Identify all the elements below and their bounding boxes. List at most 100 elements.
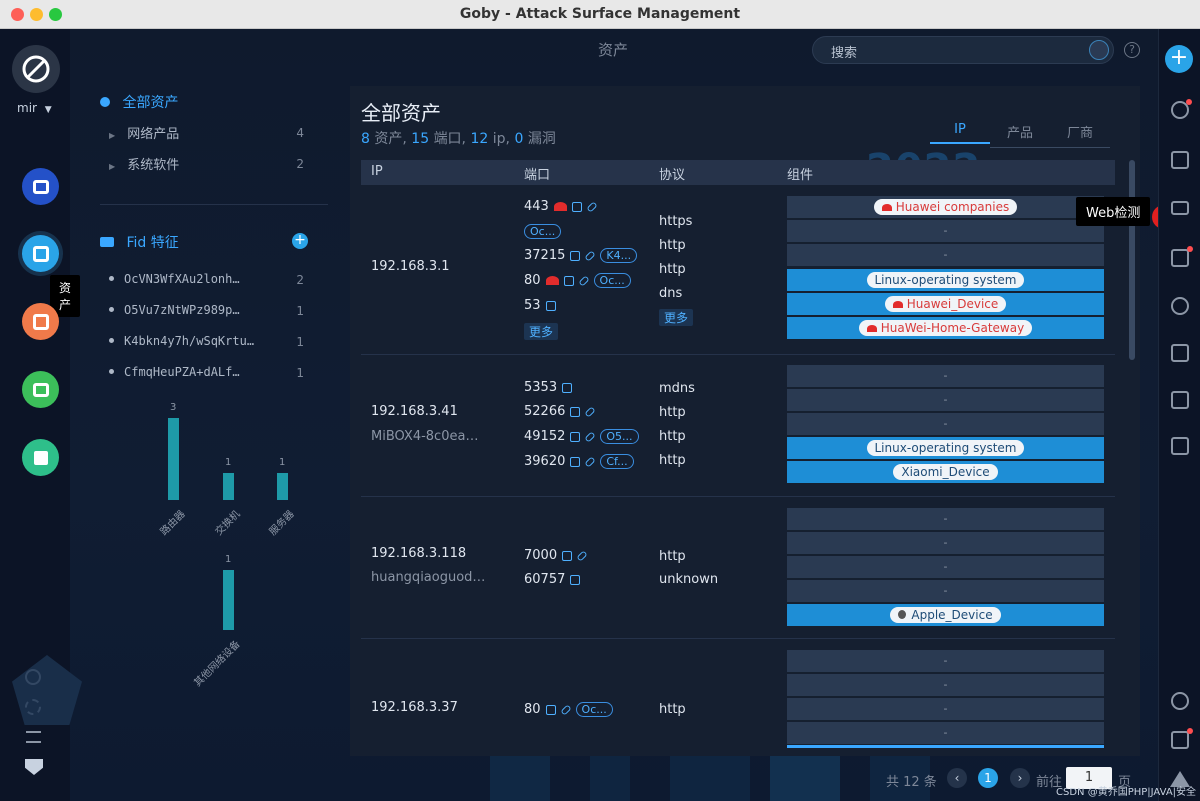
fid-item[interactable]: K4bkn4y7h/wSqKrtu… 1 xyxy=(100,334,312,365)
shield-icon[interactable] xyxy=(25,759,43,775)
category-bar[interactable] xyxy=(276,472,288,500)
cert-icon[interactable] xyxy=(545,704,556,715)
asset-ip[interactable]: 192.168.3.118 xyxy=(371,546,466,561)
table-row[interactable]: 192.168.3.41 MiBOX4-8c0ea… 5353 52266 49… xyxy=(361,356,1115,496)
cert-icon[interactable] xyxy=(563,275,574,286)
table-scrollbar[interactable] xyxy=(1129,160,1135,360)
port-entry[interactable]: 37215 K4... xyxy=(524,248,638,263)
port-entry[interactable]: 49152 O5... xyxy=(524,429,639,444)
fid-item[interactable]: OcVN3WfXAu2lonh… 2 xyxy=(100,272,312,303)
refresh-icon[interactable] xyxy=(1171,692,1189,710)
tab-ip[interactable]: IP xyxy=(930,122,990,144)
port-entry[interactable]: Oc... xyxy=(524,224,562,239)
cert-icon[interactable] xyxy=(562,550,573,561)
cert-icon[interactable] xyxy=(570,431,581,442)
nav-report[interactable] xyxy=(22,371,59,408)
page-number[interactable]: 1 xyxy=(978,768,998,788)
component-cell[interactable]: Huawei companies xyxy=(787,196,1104,219)
component-pill[interactable]: Huawei_Device xyxy=(884,296,1007,312)
port-entry[interactable]: 7000 xyxy=(524,548,588,563)
table-row[interactable]: 192.168.3.118 huangqiaoguod… 7000 60757 … xyxy=(361,498,1115,638)
search-icon[interactable] xyxy=(1089,40,1109,60)
more-ports-button[interactable]: 更多 xyxy=(524,323,559,340)
component-pill[interactable]: Xiaomi_Device xyxy=(893,464,998,480)
cert-icon[interactable] xyxy=(570,456,581,467)
port-entry[interactable]: 52266 xyxy=(524,404,597,419)
fid-item[interactable]: CfmqHeuPZA+dALf… 1 xyxy=(100,365,312,396)
log-icon[interactable] xyxy=(1171,731,1189,749)
cert-icon[interactable] xyxy=(571,201,582,212)
link-icon[interactable] xyxy=(584,455,597,468)
search-input[interactable]: 搜索 xyxy=(812,36,1114,64)
prev-page-button[interactable]: ‹ xyxy=(947,768,967,788)
link-icon[interactable] xyxy=(584,430,597,443)
tab-vendor[interactable]: 厂商 xyxy=(1050,122,1110,148)
component-pill[interactable]: Linux-operating system xyxy=(866,272,1025,288)
tab-product[interactable]: 产品 xyxy=(990,122,1050,148)
bar-chart-icon[interactable] xyxy=(1171,344,1189,362)
port-entry[interactable]: 443 xyxy=(524,199,598,214)
link-icon[interactable] xyxy=(584,249,597,262)
nav-assets[interactable] xyxy=(22,235,59,272)
fid-tag[interactable]: K4... xyxy=(600,248,638,263)
category-bar[interactable] xyxy=(222,570,234,630)
extension-icon[interactable] xyxy=(1171,437,1189,455)
add-task-button[interactable]: + xyxy=(1165,45,1193,73)
link-icon[interactable] xyxy=(586,200,598,213)
fid-tag[interactable]: Oc... xyxy=(575,702,613,717)
link-icon[interactable] xyxy=(584,405,597,418)
nav-scan[interactable] xyxy=(22,168,59,205)
fid-tag[interactable]: Cf... xyxy=(600,454,634,469)
bug-icon[interactable] xyxy=(1171,297,1189,315)
help-icon[interactable]: ? xyxy=(1124,42,1140,58)
menu-icon[interactable] xyxy=(26,731,41,743)
tree-item[interactable]: ▶ 系统软件 2 xyxy=(100,154,330,185)
document-icon[interactable] xyxy=(1171,151,1189,169)
fid-tag[interactable]: Oc... xyxy=(593,273,631,288)
category-bar[interactable] xyxy=(222,472,234,500)
port-entry[interactable]: 39620 Cf... xyxy=(524,454,634,469)
asset-ip[interactable]: 192.168.3.37 xyxy=(371,700,458,715)
port-entry[interactable]: 80 Oc... xyxy=(524,273,631,288)
tree-item[interactable]: ▶ 网络产品 4 xyxy=(100,123,330,154)
table-row[interactable]: 192.168.3.1 443 Oc... 37215 K4... 80 Oc...… xyxy=(361,186,1115,356)
component-cell[interactable]: Xiaomi_Device xyxy=(787,461,1104,484)
component-cell[interactable]: Apple_Device xyxy=(787,604,1104,627)
component-cell[interactable]: Huawei_Device xyxy=(787,293,1104,316)
component-cell[interactable]: HuaWei-Home-Gateway xyxy=(787,317,1104,340)
user-avatar[interactable] xyxy=(12,45,60,93)
more-protocols-button[interactable]: 更多 xyxy=(659,309,694,326)
cert-icon[interactable] xyxy=(545,300,556,311)
port-entry[interactable]: 53 xyxy=(524,298,556,313)
add-fid-button[interactable]: + xyxy=(292,233,308,249)
component-pill[interactable]: Apple_Device xyxy=(890,607,1001,623)
cert-icon[interactable] xyxy=(570,574,581,585)
asset-ip[interactable]: 192.168.3.41 xyxy=(371,404,458,419)
link-icon[interactable] xyxy=(559,703,572,716)
nav-vulnerabilities[interactable] xyxy=(22,303,59,340)
component-pill[interactable]: Huawei companies xyxy=(873,199,1018,215)
fid-tag[interactable]: Oc... xyxy=(524,224,562,239)
nav-extensions[interactable] xyxy=(22,439,59,476)
component-cell[interactable]: Linux-operating system xyxy=(787,437,1104,460)
ip-icon[interactable] xyxy=(1171,249,1189,267)
fid-item[interactable]: O5Vu7zNtWPz989p… 1 xyxy=(100,303,312,334)
fid-tag[interactable]: O5... xyxy=(600,429,639,444)
component-pill[interactable]: Linux-operating system xyxy=(866,440,1025,456)
port-entry[interactable]: 5353 xyxy=(524,380,573,395)
cert-icon[interactable] xyxy=(570,250,581,261)
component-cell[interactable]: Linux-operating system xyxy=(787,269,1104,292)
component-pill[interactable]: HuaWei-Home-Gateway xyxy=(858,320,1033,336)
link-icon[interactable] xyxy=(576,549,588,562)
asset-ip[interactable]: 192.168.3.1 xyxy=(371,259,450,274)
tree-root[interactable]: 全部资产 xyxy=(100,92,330,123)
puzzle-icon[interactable] xyxy=(1171,391,1189,409)
user-menu[interactable]: mir ▼ xyxy=(17,101,52,115)
link-icon[interactable] xyxy=(577,274,590,287)
category-bar[interactable] xyxy=(167,417,179,500)
port-entry[interactable]: 80 Oc... xyxy=(524,702,613,717)
port-entry[interactable]: 60757 xyxy=(524,572,581,587)
cert-icon[interactable] xyxy=(570,406,581,417)
next-page-button[interactable]: › xyxy=(1010,768,1030,788)
cert-icon[interactable] xyxy=(562,382,573,393)
